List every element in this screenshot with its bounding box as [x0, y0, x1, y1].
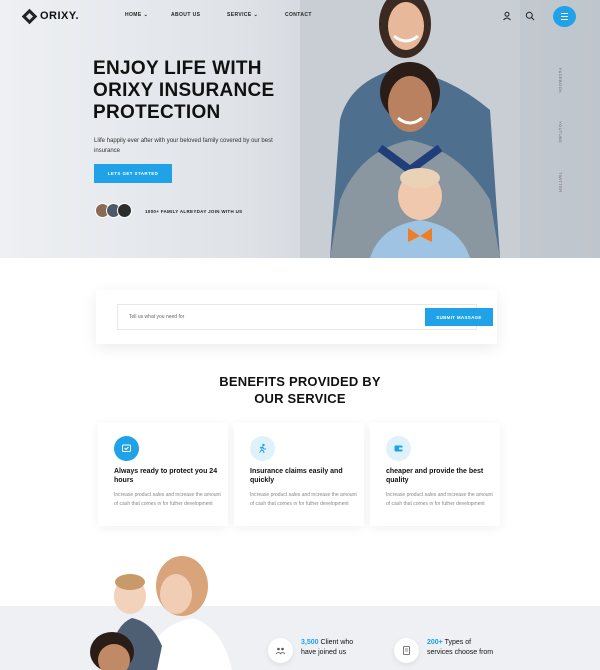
mother-baby-photo: [90, 556, 232, 670]
member-avatars: [95, 203, 132, 218]
benefit-description: Increase product sales and increase the …: [114, 492, 221, 507]
chevron-down-icon: ⌄: [253, 12, 259, 18]
family-photo: [300, 0, 520, 258]
stat-label: have joined us: [301, 649, 347, 656]
stat-number: 200+: [427, 639, 443, 646]
hero-title-line: ORIXY INSURANCE: [93, 80, 275, 101]
brand-name: ORIXY.: [40, 10, 80, 22]
search-icon[interactable]: [525, 11, 535, 21]
benefits-title-line: OUR SERVICE: [254, 391, 346, 406]
benefits-title-line: BENEFITS PROVIDED BY: [219, 374, 381, 389]
benefit-description: Increase product sales and increase the …: [250, 492, 357, 507]
nav-item-contact[interactable]: CONTACT: [285, 12, 312, 18]
hero-section: ORIXY. HOME ⌄ ABOUT US SERVICE ⌄ CONTACT: [0, 0, 600, 258]
avatar: [117, 203, 132, 218]
benefit-title: Always ready to protect you 24 hours: [114, 468, 218, 484]
facebook-link[interactable]: FACEBOOK: [558, 68, 563, 93]
chevron-down-icon: ⌄: [143, 12, 149, 18]
nav-item-service[interactable]: SERVICE ⌄: [227, 12, 285, 18]
stat-text: 3,500 Client who have joined us: [301, 638, 353, 658]
stat-text: 200+ Types of services choose from: [427, 638, 493, 658]
stat-label: Types of: [442, 639, 472, 646]
logo-icon: [21, 8, 38, 24]
hero-title: ENJOY LIFE WITH ORIXY INSURANCE PROTECTI…: [93, 58, 323, 124]
nav-item-label: HOME: [125, 12, 142, 18]
stat-label: Client who: [318, 639, 354, 646]
request-input[interactable]: Tell us what you need for SUBMIT MASSAGE: [117, 304, 493, 330]
wallet-icon: [386, 436, 411, 461]
request-input-placeholder: Tell us what you need for: [129, 314, 185, 320]
benefit-title: cheaper and provide the best quality: [386, 468, 484, 484]
hero-subtitle: Llife happily ever after with your belov…: [94, 138, 273, 154]
user-icon[interactable]: [502, 11, 512, 21]
document-icon: [394, 638, 419, 663]
get-started-button[interactable]: LETS GET STARTED: [94, 164, 172, 183]
running-person-icon: [250, 436, 275, 461]
nav-item-label: CONTACT: [285, 12, 312, 18]
request-form-card: Tell us what you need for SUBMIT MASSAGE: [96, 290, 497, 344]
benefit-card[interactable]: cheaper and provide the best quality Inc…: [370, 423, 500, 526]
users-icon: [268, 638, 293, 663]
benefit-description: Increase product sales and increase the …: [386, 492, 493, 507]
stat-clients: 3,500 Client who have joined us: [268, 638, 353, 663]
main-menu: HOME ⌄ ABOUT US SERVICE ⌄ CONTACT: [125, 12, 312, 18]
hero-title-line: ENJOY LIFE WITH: [93, 58, 262, 79]
stat-label: services choose from: [427, 649, 494, 656]
twitter-link[interactable]: TWITTER: [558, 172, 563, 193]
submit-button[interactable]: SUBMIT MASSAGE: [425, 308, 493, 326]
benefit-title: Insurance claims easily and quickly: [250, 468, 343, 484]
stat-number: 3,500: [301, 639, 319, 646]
menu-icon[interactable]: [553, 6, 576, 27]
hero-title-line: PROTECTION: [93, 102, 221, 123]
brand-logo[interactable]: ORIXY.: [21, 8, 80, 24]
benefit-card[interactable]: Always ready to protect you 24 hours Inc…: [98, 423, 228, 526]
stat-services: 200+ Types of services choose from: [394, 638, 493, 663]
support-icon: [114, 436, 139, 461]
nav-item-home[interactable]: HOME ⌄: [125, 12, 171, 18]
nav-item-label: SERVICE: [227, 12, 252, 18]
join-count-text: 1000+ FAMILY ALREYDAY JOIN WITH US: [145, 209, 243, 214]
benefit-card[interactable]: Insurance claims easily and quickly Incr…: [234, 423, 364, 526]
benefits-title: BENEFITS PROVIDED BY OUR SERVICE: [0, 373, 600, 407]
youtube-link[interactable]: YOUTUBE: [558, 121, 563, 143]
nav-item-about[interactable]: ABOUT US: [171, 12, 227, 18]
top-navigation: ORIXY. HOME ⌄ ABOUT US SERVICE ⌄ CONTACT: [0, 0, 600, 34]
nav-item-label: ABOUT US: [171, 12, 201, 18]
